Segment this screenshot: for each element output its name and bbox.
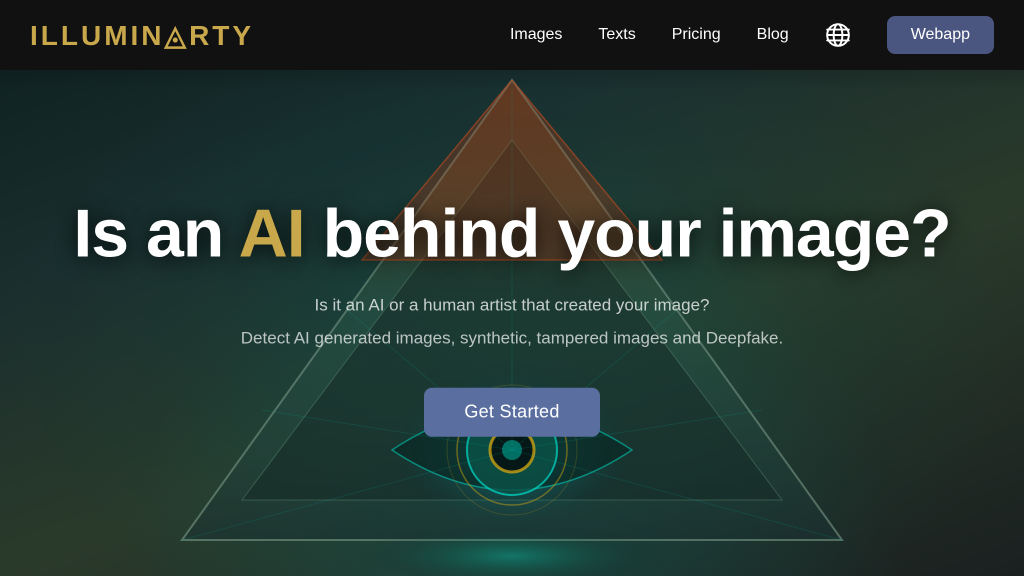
logo-eye-icon: ◬ bbox=[165, 19, 190, 52]
nav-pricing[interactable]: Pricing bbox=[672, 26, 721, 44]
hero-section: ILLUMIN◬RTY Images Texts Pricing Blog We… bbox=[0, 0, 1024, 576]
language-button[interactable] bbox=[825, 22, 851, 48]
webapp-button[interactable]: Webapp bbox=[887, 16, 994, 54]
hero-title: Is an AI behind your image? bbox=[62, 197, 962, 272]
nav-links: Images Texts Pricing Blog Webapp bbox=[510, 16, 994, 54]
hero-title-prefix: Is an bbox=[73, 196, 238, 272]
nav-images[interactable]: Images bbox=[510, 26, 562, 44]
navbar: ILLUMIN◬RTY Images Texts Pricing Blog We… bbox=[0, 0, 1024, 70]
hero-content: Is an AI behind your image? Is it an AI … bbox=[62, 197, 962, 437]
hero-title-ai: AI bbox=[239, 196, 305, 272]
nav-blog[interactable]: Blog bbox=[757, 26, 789, 44]
hero-title-suffix: behind your image? bbox=[305, 196, 951, 272]
get-started-button[interactable]: Get Started bbox=[424, 388, 599, 437]
globe-icon bbox=[825, 22, 851, 48]
hero-subtitle-2: Detect AI generated images, synthetic, t… bbox=[62, 325, 962, 352]
hero-subtitle-1: Is it an AI or a human artist that creat… bbox=[62, 292, 962, 319]
logo-text: ILLUMIN◬RTY bbox=[30, 19, 254, 52]
logo: ILLUMIN◬RTY bbox=[30, 19, 254, 52]
nav-texts[interactable]: Texts bbox=[598, 26, 635, 44]
